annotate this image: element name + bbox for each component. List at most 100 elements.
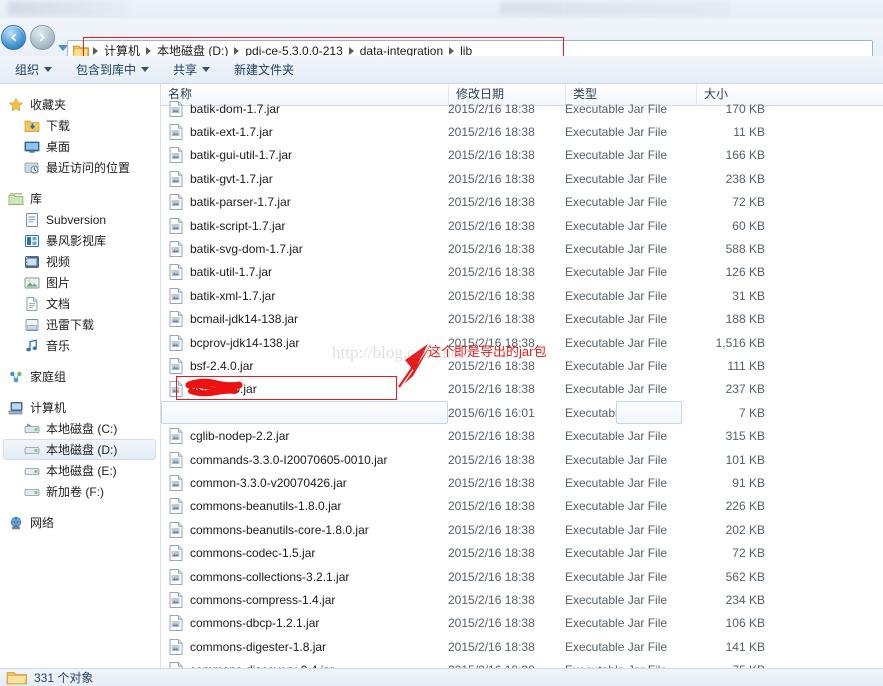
table-row[interactable]: batik-svg-dom-1.7.jar 2015/2/16 18:38 Exec… [161,237,883,260]
sidebar-item-0-2[interactable]: 最近访问的位置 [0,157,160,178]
table-row[interactable]: bcprov-jdk14-138.jar 2015/2/16 18:38 Execu… [161,331,883,354]
file-date-cell: 2015/2/16 18:38 [448,429,535,444]
file-size-cell: 238 KB [725,171,765,186]
table-row[interactable]: batik-gui-util-1.7.jar 2015/2/16 18:38 Exe… [161,144,883,167]
sidebar-header-2[interactable]: 家庭组 [0,366,160,387]
table-row[interactable]: bsh-1.3.0.jar 2015/2/16 18:38 Executable J… [161,378,883,401]
sidebar-item-label: 桌面 [46,139,71,154]
table-row[interactable]: batik-util-1.7.jar 2015/2/16 18:38 Executa… [161,261,883,284]
table-row[interactable]: batik-xml-1.7.jar 2015/2/16 18:38 Executab… [161,284,883,307]
star-icon [8,97,24,111]
table-row[interactable]: commons-dbcp-1.2.1.jar 2015/2/16 18:38 Exe… [161,612,883,635]
file-name-cell[interactable]: bsh-1.3.0.jar [161,381,448,398]
file-date-cell: 2015/2/16 18:38 [448,125,535,140]
table-row[interactable]: commons-beanutils-1.8.0.jar 2015/2/16 18:… [161,495,883,518]
file-name-cell[interactable]: batik-gui-util-1.7.jar [161,147,448,164]
file-name-cell[interactable]: commons-compress-1.4.jar [161,592,448,608]
sidebar-item-1-3[interactable]: 图片 [0,272,160,293]
sidebar-item-0-1[interactable]: 桌面 [0,136,160,157]
navigation-pane[interactable]: 收藏夹 下载桌面最近访问的位置库 Subversion 暴风影视库视频图片 文档 迅雷下载… [0,84,160,668]
file-name-cell[interactable]: commons-dbcp-1.2.1.jar [161,615,448,632]
table-row[interactable]: commands-3.3.0-I20070605-0010.jar 2015/2/… [161,448,883,471]
file-name-cell[interactable]: batik-dom-1.7.jar [161,100,448,117]
sidebar-item-1-4[interactable]: 文档 [0,293,160,314]
file-name-text: bcprov-jdk14-138.jar [190,335,300,350]
table-row[interactable]: common-3.3.0-v20070426.jar 2015/2/16 18:3… [161,471,883,494]
file-name-cell[interactable]: batik-util-1.7.jar [161,264,448,281]
file-name-cell[interactable]: bcmail-jdk14-138.jar [161,311,448,328]
breadcrumb-separator-3[interactable] [348,47,354,55]
file-name-cell[interactable]: commons-beanutils-1.8.0.jar [161,498,448,515]
sidebar-item-1-5[interactable]: 迅雷下载 [0,314,160,335]
table-row[interactable]: commons-digester-1.8.jar 2015/2/16 18:38 E… [161,635,883,658]
file-name-cell[interactable]: batik-script-1.7.jar [161,217,448,234]
table-row[interactable]: commons-codec-1.5.jar 2015/2/16 18:38 Exec… [161,541,883,564]
breadcrumb-separator-4[interactable] [449,47,455,55]
file-name-cell[interactable]: commons-codec-1.5.jar [161,545,448,561]
jar-file-icon [169,521,183,538]
file-name-cell[interactable]: commons-collections-3.2.1.jar [161,568,448,585]
nav-group-4: 网络 [0,512,160,533]
file-date-cell: 2015/2/16 18:38 [448,312,535,327]
sidebar-item-1-2[interactable]: 视频 [0,251,160,272]
file-name-cell[interactable]: commands-3.3.0-I20070605-0010.jar [161,451,448,468]
table-row[interactable]: Tools_Kettle.jar 2015/6/16 16:01 Executabl… [161,401,883,425]
file-name-cell[interactable]: common-3.3.0-v20070426.jar [161,475,448,491]
sidebar-header-4[interactable]: 网络 [0,512,160,533]
sidebar-item-1-6[interactable]: 音乐 [0,335,160,356]
status-item-count: 331 个对象 [34,670,94,685]
table-row[interactable]: commons-collections-3.2.1.jar 2015/2/16 1… [161,565,883,588]
sidebar-item-3-1[interactable]: 本地磁盘 (D:) [3,439,156,460]
file-name-text: Tools_Kettle.jar [190,405,273,420]
music-icon [26,338,37,351]
sidebar-header-label: 计算机 [30,400,67,415]
chevron-down-icon [202,67,211,72]
sidebar-item-0-0[interactable]: 下载 [0,115,160,136]
file-name-text: batik-util-1.7.jar [190,265,273,280]
file-list-pane[interactable]: 名称 修改日期 类型 大小 batik-dom-1.7.jar 2015/2/16… [161,84,883,668]
toolbar-include-in-library[interactable]: 包含到库中 [67,58,158,81]
table-row[interactable]: bsf-2.4.0.jar 2015/2/16 18:38 Executable J… [161,354,883,377]
toolbar-new-folder[interactable]: 新建文件夹 [225,58,303,81]
file-name-cell[interactable]: batik-gvt-1.7.jar [161,171,448,187]
file-name-cell[interactable]: Tools_Kettle.jar [161,404,448,421]
toolbar-organize[interactable]: 组织 [6,58,61,81]
sidebar-header-1[interactable]: 库 [0,188,160,209]
file-name-text: commons-dbcp-1.2.1.jar [190,616,320,631]
sidebar-item-3-2[interactable]: 本地磁盘 (E:) [0,460,160,481]
table-row[interactable]: commons-compress-1.4.jar 2015/2/16 18:38 E… [161,588,883,611]
table-row[interactable]: batik-gvt-1.7.jar 2015/2/16 18:38 Executab… [161,167,883,190]
file-name-cell[interactable]: batik-svg-dom-1.7.jar [161,241,448,257]
file-name-text: commons-collections-3.2.1.jar [190,569,350,584]
file-name-cell[interactable]: commons-digester-1.8.jar [161,638,448,655]
sidebar-header-3[interactable]: 计算机 [0,397,160,418]
sidebar-item-1-1[interactable]: 暴风影视库 [0,230,160,251]
table-row[interactable]: batik-ext-1.7.jar 2015/2/16 18:38 Executab… [161,120,883,143]
table-row[interactable]: commons-discovery-0.4.jar2015/2/16 18:38… [161,658,883,668]
sidebar-header-0[interactable]: 收藏夹 [0,94,160,115]
sidebar-item-3-0[interactable]: 本地磁盘 (C:) [0,418,160,439]
table-row[interactable]: cglib-nodep-2.2.jar 2015/2/16 18:38 Execut… [161,424,883,447]
sidebar-item-3-3[interactable]: 新加卷 (F:) [0,481,160,502]
toolbar-share[interactable]: 共享 [164,58,219,81]
back-button[interactable] [1,25,26,50]
file-name-cell[interactable]: batik-xml-1.7.jar [161,287,448,304]
table-row[interactable]: bcmail-jdk14-138.jar 2015/2/16 18:38 Execu… [161,308,883,331]
breadcrumb-separator-1[interactable] [146,47,152,55]
table-row[interactable]: batik-script-1.7.jar 2015/2/16 18:38 Execu… [161,214,883,237]
file-name-cell[interactable]: bcprov-jdk14-138.jar [161,334,448,351]
breadcrumb-separator-0 [93,47,98,55]
sidebar-item-1-0[interactable]: Subversion [0,209,160,230]
forward-button[interactable] [30,25,55,50]
table-row[interactable]: batik-dom-1.7.jar 2015/2/16 18:38 Executab… [161,97,883,120]
sidebar-item-label: 视频 [46,254,71,269]
table-row[interactable]: batik-parser-1.7.jar 2015/2/16 18:38 Execu… [161,191,883,214]
file-name-cell[interactable]: commons-beanutils-core-1.8.0.jar [161,521,448,538]
breadcrumb-separator-2[interactable] [234,47,240,55]
file-date-cell: 2015/2/16 18:38 [448,171,535,186]
table-row[interactable]: commons-beanutils-core-1.8.0.jar 2015/2/1… [161,518,883,541]
file-name-cell[interactable]: cglib-nodep-2.2.jar [161,428,448,445]
file-name-cell[interactable]: batik-ext-1.7.jar [161,124,448,140]
file-name-cell[interactable]: bsf-2.4.0.jar [161,358,448,374]
file-name-cell[interactable]: batik-parser-1.7.jar [161,194,448,211]
